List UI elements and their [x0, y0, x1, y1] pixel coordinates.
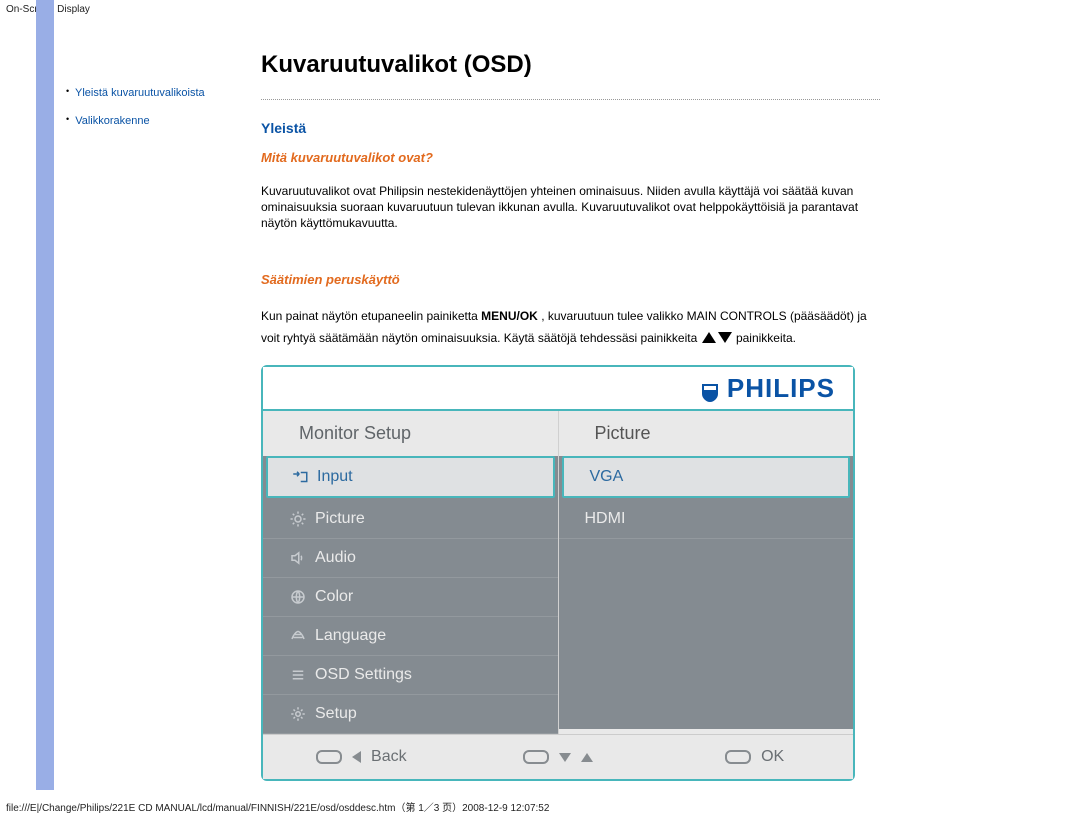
- header-text: On-Screen Display: [0, 0, 1080, 17]
- osd-ok-label: OK: [761, 748, 784, 766]
- osd-menu-audio[interactable]: Audio: [263, 539, 558, 578]
- section-general-heading: Yleistä: [261, 120, 880, 136]
- osd-menu-label: Audio: [315, 549, 558, 567]
- chevron-left-icon: [352, 751, 361, 763]
- osd-panel: PHILIPS Monitor Setup Input: [261, 365, 855, 782]
- osd-back-label: Back: [371, 748, 407, 766]
- osd-submenu-vga[interactable]: VGA: [562, 456, 851, 498]
- list-icon: [281, 666, 315, 684]
- osd-menu-input[interactable]: Input: [266, 456, 555, 498]
- osd-submenu-label: VGA: [590, 468, 849, 486]
- osd-menu-label: Input: [317, 468, 553, 486]
- paragraph-what: Kuvaruutuvalikot ovat Philipsin nestekid…: [261, 183, 880, 232]
- osd-brand-bar: PHILIPS: [263, 367, 853, 412]
- paragraph-controls: Kun painat näytön etupaneelin painiketta…: [261, 305, 880, 351]
- osd-left-column: Monitor Setup Input: [263, 411, 559, 734]
- chevron-down-icon: [559, 753, 571, 762]
- osd-menu-picture[interactable]: Picture: [263, 500, 558, 539]
- speaker-icon: [281, 549, 315, 567]
- sidebar-item-menutree[interactable]: • Valikkorakenne: [66, 115, 236, 127]
- osd-menu-label: Color: [315, 588, 558, 606]
- menu-ok-label: MENU/OK: [481, 309, 538, 323]
- sidebar: • Yleistä kuvaruutuvalikoista • Valikkor…: [56, 51, 236, 143]
- osd-left-header: Monitor Setup: [263, 417, 558, 454]
- globe-icon: [281, 588, 315, 606]
- osd-menu-label: Language: [315, 627, 558, 645]
- bullet-icon: •: [66, 86, 69, 96]
- osd-right-column: Picture VGA HDMI: [559, 411, 854, 734]
- osd-bottom-bar: Back OK: [263, 734, 853, 779]
- osd-menu-osd-settings[interactable]: OSD Settings: [263, 656, 558, 695]
- brightness-icon: [281, 510, 315, 528]
- osd-menu-setup[interactable]: Setup: [263, 695, 558, 734]
- osd-submenu-hdmi[interactable]: HDMI: [559, 500, 854, 539]
- osd-menu-label: OSD Settings: [315, 666, 558, 684]
- osd-menu-list: Input Picture: [263, 456, 558, 734]
- section-what-heading: Mitä kuvaruutuvalikot ovat?: [261, 150, 880, 165]
- input-icon: [283, 468, 317, 486]
- osd-right-header: Picture: [559, 417, 854, 454]
- osd-menu-label: Picture: [315, 510, 558, 528]
- sidebar-item-label[interactable]: Valikkorakenne: [75, 115, 149, 127]
- pill-icon: [725, 750, 751, 764]
- language-icon: [281, 627, 315, 645]
- osd-submenu-list: VGA HDMI: [559, 456, 854, 729]
- osd-submenu-label: HDMI: [585, 510, 854, 528]
- arrow-up-down-icon: [701, 328, 733, 351]
- text-fragment: Kun painat näytön etupaneelin painiketta: [261, 309, 481, 323]
- section-controls-heading: Säätimien peruskäyttö: [261, 272, 880, 287]
- osd-back-button[interactable]: Back: [263, 748, 460, 766]
- osd-ok-button[interactable]: OK: [656, 748, 853, 766]
- sidebar-item-overview[interactable]: • Yleistä kuvaruutuvalikoista: [66, 87, 236, 99]
- pill-icon: [523, 750, 549, 764]
- osd-submenu-blank: [559, 539, 854, 729]
- text-fragment: painikkeita.: [736, 331, 796, 345]
- sidebar-item-label[interactable]: Yleistä kuvaruutuvalikoista: [75, 87, 205, 99]
- divider: [261, 99, 880, 100]
- gear-icon: [281, 705, 315, 723]
- osd-menu-language[interactable]: Language: [263, 617, 558, 656]
- footer-path-text: file:///E|/Change/Philips/221E CD MANUAL…: [0, 781, 1080, 814]
- left-accent-bar: [36, 0, 54, 790]
- osd-nav-buttons[interactable]: [460, 750, 657, 764]
- page-title: Kuvaruutuvalikot (OSD): [261, 51, 880, 79]
- philips-shield-icon: [698, 381, 722, 405]
- philips-logo-text: PHILIPS: [727, 373, 835, 404]
- osd-menu-label: Setup: [315, 705, 558, 723]
- chevron-up-icon: [581, 753, 593, 762]
- pill-icon: [316, 750, 342, 764]
- bullet-icon: •: [66, 114, 69, 124]
- osd-menu-color[interactable]: Color: [263, 578, 558, 617]
